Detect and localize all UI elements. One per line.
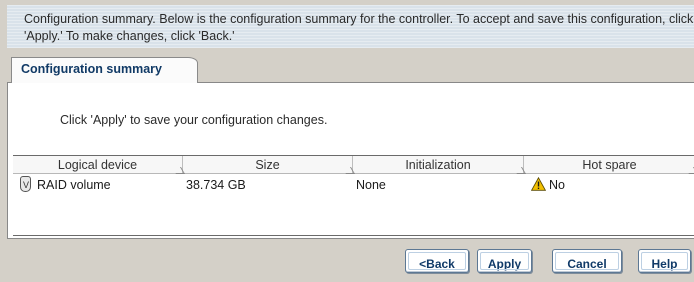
button-bar: <Back Apply Cancel Help: [7, 238, 694, 282]
tab-label: Configuration summary: [21, 62, 162, 76]
table-row[interactable]: V RAID volume 38.734 GB None No: [13, 174, 694, 196]
instructions-text: Configuration summary. Below is the conf…: [24, 12, 694, 43]
table-header: Logical device Size Initialization Hot s…: [13, 156, 694, 174]
cell-initialization: None: [356, 178, 386, 192]
cell-logical-device: RAID volume: [37, 178, 111, 192]
column-header-logical-device[interactable]: Logical device: [13, 156, 183, 174]
instructions-banner: Configuration summary. Below is the conf…: [7, 5, 694, 48]
apply-message: Click 'Apply' to save your configuration…: [60, 113, 328, 127]
column-header-initialization[interactable]: Initialization: [353, 156, 524, 174]
warning-icon: [531, 177, 546, 191]
help-button[interactable]: Help: [638, 249, 691, 273]
column-header-hot-spare[interactable]: Hot spare: [524, 156, 694, 174]
back-button[interactable]: <Back: [405, 249, 469, 273]
column-header-size[interactable]: Size: [183, 156, 353, 174]
cell-hot-spare: No: [549, 178, 565, 192]
summary-panel: Click 'Apply' to save your configuration…: [7, 83, 694, 238]
apply-button[interactable]: Apply: [477, 249, 532, 273]
disk-volume-icon: V: [20, 176, 31, 192]
tab-strip: Configuration summary: [7, 50, 694, 84]
cell-size: 38.734 GB: [186, 178, 246, 192]
cancel-button[interactable]: Cancel: [552, 249, 622, 273]
summary-table: Logical device Size Initialization Hot s…: [13, 155, 694, 236]
tab-configuration-summary[interactable]: Configuration summary: [11, 57, 198, 84]
